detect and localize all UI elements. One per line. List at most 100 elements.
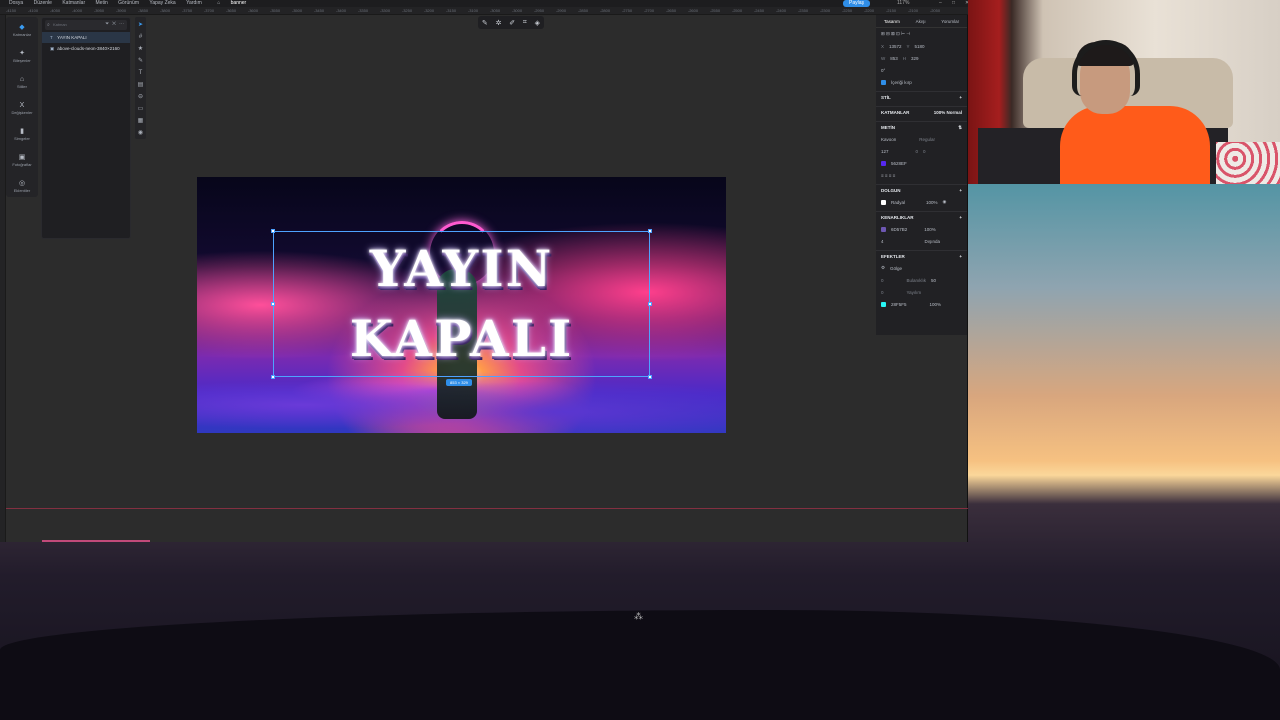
ruler-tick: -3700 — [203, 8, 215, 13]
font-size-field[interactable]: 127 — [881, 149, 889, 154]
shadow-color-field[interactable]: 28F5F5 — [891, 302, 907, 307]
link-icon[interactable]: ✐ — [509, 19, 515, 27]
image-layer-icon: ▣ — [50, 46, 55, 51]
resize-handle-br[interactable] — [648, 375, 652, 379]
fill-opacity[interactable]: 100% — [926, 200, 938, 205]
blur-label: Bulanıklık — [906, 277, 927, 283]
ruler-tick: -3050 — [489, 8, 501, 13]
align-icons[interactable]: ⊞ ⊟ ⊠ ⊡ ⊢ ⊣ — [881, 31, 910, 37]
rail-item-0[interactable]: ◆ Katmanlar — [6, 17, 38, 43]
resize-handle-bl[interactable] — [271, 375, 275, 379]
rail-item-5[interactable]: ▣ Fotoğraflar — [6, 147, 38, 173]
effect-y[interactable]: 0 — [881, 290, 884, 295]
add-effect-icon[interactable]: + — [959, 254, 962, 259]
rail-item-6[interactable]: ◎ Eklentiler — [6, 173, 38, 199]
share-button[interactable]: Paylaş — [843, 0, 871, 7]
tab-comments[interactable]: Yorumlar — [941, 15, 959, 27]
text-color-swatch[interactable] — [881, 160, 886, 166]
weight-select[interactable]: Regular — [919, 137, 935, 142]
minimize-icon[interactable]: – — [939, 0, 942, 7]
stroke-swatch[interactable] — [881, 226, 886, 232]
component-tool-icon[interactable]: ⊖ — [138, 91, 143, 103]
text-settings-icon[interactable]: ⇅ — [958, 125, 962, 131]
shadow-opacity[interactable]: 100% — [930, 302, 942, 307]
doc-tab[interactable]: banner — [231, 0, 247, 7]
add-stroke-icon[interactable]: + — [959, 215, 962, 220]
y-field[interactable]: 5180 — [915, 44, 925, 49]
menu-item-file[interactable]: Dosya — [9, 0, 23, 7]
zoom-level[interactable]: 117% — [897, 0, 909, 7]
rail-item-2[interactable]: ⌂ Stiller — [6, 69, 38, 95]
rail-item-4[interactable]: ▮ Simgeler — [6, 121, 38, 147]
tab-prototype[interactable]: Akışı — [916, 15, 926, 27]
resize-handle-l[interactable] — [271, 302, 275, 306]
menu-icon[interactable]: ⋯ — [119, 21, 127, 27]
menu-item-edit[interactable]: Düzenle — [34, 0, 52, 7]
menu-item-view[interactable]: Görünüm — [118, 0, 139, 7]
rail-item-3[interactable]: X Değişkenler — [6, 95, 38, 121]
fill-type[interactable]: Radyal — [891, 200, 905, 205]
text-color-field[interactable]: 5628EF — [891, 161, 907, 166]
add-icon[interactable]: + — [959, 95, 962, 100]
grid-tool-icon[interactable]: ▦ — [138, 115, 144, 127]
tab-design[interactable]: Tasarım — [884, 15, 900, 27]
layer-item-image[interactable]: ▣ above-clouds-neon-3840×2160 — [42, 43, 130, 54]
menu-item-text[interactable]: Metin — [96, 0, 108, 7]
horizontal-scrollbar[interactable] — [42, 540, 150, 542]
layers-toolbar: ⏷✕⋯ — [105, 21, 127, 27]
maximize-icon[interactable]: □ — [952, 0, 955, 7]
resize-handle-tr[interactable] — [648, 229, 652, 233]
checkbox-icon[interactable] — [881, 79, 886, 85]
pen-tool-icon[interactable]: ✎ — [138, 55, 143, 67]
stroke-width-field[interactable]: 4 — [881, 239, 884, 244]
letter-spacing-field[interactable]: 0 — [916, 149, 919, 154]
layer-item-text[interactable]: T YAYIN KAPALI — [42, 32, 130, 43]
image-tool-icon[interactable]: ▤ — [138, 79, 144, 91]
blend-select[interactable]: Normal — [946, 110, 962, 115]
x-field[interactable]: 13572 — [889, 44, 902, 49]
effects-title: EFEKTLER — [881, 254, 905, 259]
eye-icon[interactable]: ◉ — [943, 199, 947, 205]
edit-icon[interactable]: ✎ — [482, 19, 488, 27]
text-align-icons[interactable]: ≡ ≡ ≡ ≡ — [881, 173, 895, 178]
menu-item-layers[interactable]: Katmanlar — [62, 0, 85, 7]
w-field[interactable]: 853 — [890, 56, 898, 61]
rotation-field[interactable]: 0° — [881, 68, 885, 73]
resize-handle-tl[interactable] — [271, 229, 275, 233]
ruler-tick: -3800 — [159, 8, 171, 13]
opacity-field[interactable]: 100% — [934, 110, 946, 115]
frame-tool-icon[interactable]: # — [139, 31, 142, 43]
effect-settings-icon[interactable]: ⚙ — [881, 265, 885, 271]
move-tool-icon[interactable]: ➤ — [138, 19, 143, 31]
component-icon[interactable]: ◈ — [535, 19, 540, 27]
comment-tool-icon[interactable]: ◉ — [138, 127, 143, 139]
rail-item-1[interactable]: ✦ Bileşenler — [6, 43, 38, 69]
add-fill-icon[interactable]: + — [959, 188, 962, 193]
shadow-swatch[interactable] — [881, 301, 886, 307]
home-icon[interactable]: ⌂ — [217, 0, 220, 7]
rail-icon: ⌂ — [19, 75, 25, 83]
close-icon[interactable]: ✕ — [112, 21, 119, 27]
effect-x[interactable]: 0 — [881, 278, 884, 283]
settings-icon[interactable]: ✲ — [496, 19, 502, 27]
ruler-tick: -2050 — [929, 8, 941, 13]
effect-name[interactable]: Gölge — [890, 266, 902, 271]
style-section: STİL + — [876, 91, 967, 103]
crop-icon[interactable]: ⌗ — [523, 19, 527, 27]
font-select[interactable]: Kavoon — [881, 137, 896, 142]
resize-handle-r[interactable] — [648, 302, 652, 306]
stroke-opacity[interactable]: 100% — [924, 227, 936, 232]
selection-box[interactable] — [271, 229, 652, 379]
menu-item-ai[interactable]: Yapay Zeka — [149, 0, 175, 7]
stroke-position-select[interactable]: Dışında — [925, 239, 941, 244]
rect-tool-icon[interactable]: ▭ — [138, 103, 144, 115]
fill-swatch[interactable] — [881, 199, 886, 205]
menu-item-help[interactable]: Yardım — [186, 0, 202, 7]
stroke-color-field[interactable]: 6D57B2 — [891, 227, 907, 232]
text-tool-icon[interactable]: T — [139, 67, 143, 79]
line-height-field[interactable]: 0 — [923, 149, 926, 154]
blur-field[interactable]: 50 — [931, 278, 936, 283]
h-field[interactable]: 329 — [911, 56, 919, 61]
star-tool-icon[interactable]: ★ — [138, 43, 143, 55]
ruler-tick: -4150 — [5, 8, 17, 13]
